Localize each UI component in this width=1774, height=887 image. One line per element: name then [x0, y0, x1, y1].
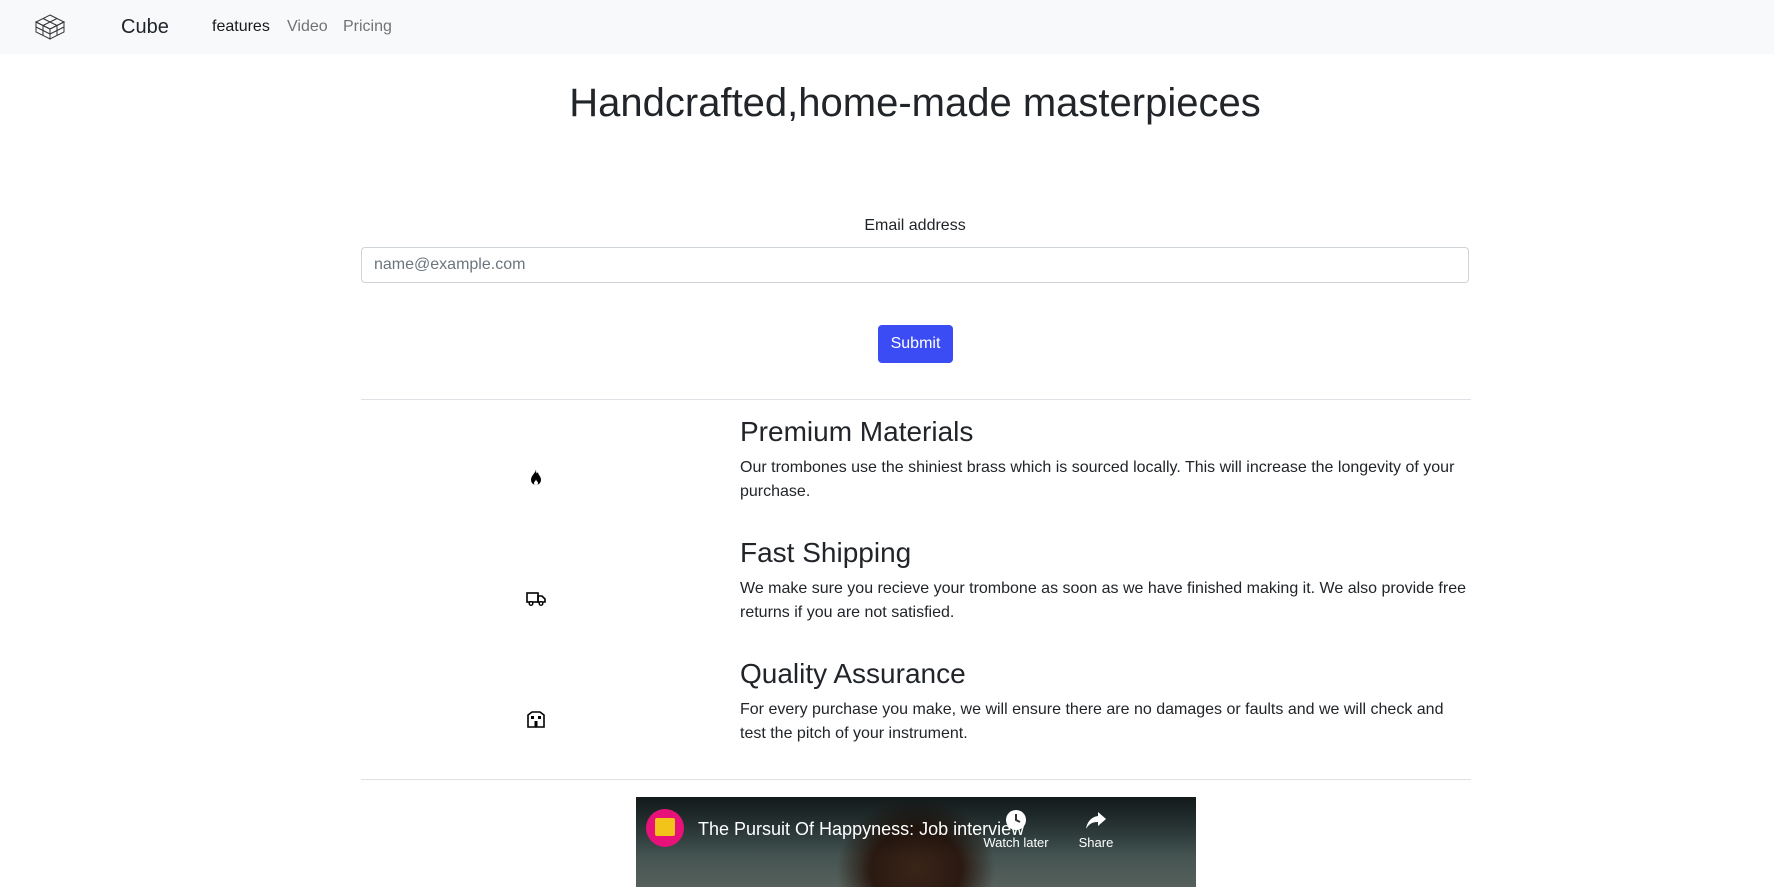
cube-logo-icon[interactable]: [34, 13, 66, 41]
hero-title: Handcrafted,home-made masterpieces: [569, 81, 1261, 125]
video-embed[interactable]: The Pursuit Of Happyness: Job interview …: [636, 797, 1196, 887]
feature-title-fast-shipping: Fast Shipping: [740, 537, 912, 568]
email-label: Email address: [864, 217, 966, 234]
feature-desc-quality-assurance: For every purchase you make, we will ens…: [740, 701, 1444, 742]
nav-link-video[interactable]: Video: [287, 16, 328, 38]
share-arrow-icon: [1086, 812, 1106, 829]
channel-avatar[interactable]: [646, 809, 684, 847]
feature-desc-fast-shipping: We make sure you recieve your trombone a…: [740, 580, 1466, 621]
submit-button[interactable]: Submit: [878, 325, 953, 363]
section-divider-bottom: [361, 779, 1471, 780]
navbar: Cube features Video Pricing: [0, 0, 1774, 54]
truck-icon: [526, 592, 546, 606]
email-input[interactable]: [361, 247, 1469, 283]
watch-later-button[interactable]: Watch later: [981, 809, 1051, 850]
share-label: Share: [1078, 835, 1114, 850]
fire-icon: [531, 469, 541, 485]
video-title[interactable]: The Pursuit Of Happyness: Job interview: [698, 819, 1024, 839]
building-icon: [527, 711, 545, 728]
nav-link-features[interactable]: features: [212, 16, 270, 38]
watch-later-label: Watch later: [983, 835, 1049, 850]
feature-title-premium-materials: Premium Materials: [740, 416, 974, 447]
section-divider-top: [361, 399, 1471, 400]
feature-desc-premium-materials: Our trombones use the shiniest brass whi…: [740, 459, 1455, 500]
feature-title-quality-assurance: Quality Assurance: [740, 658, 966, 689]
share-button[interactable]: Share: [1061, 809, 1131, 850]
clapperboard-icon: [655, 818, 675, 836]
nav-link-pricing[interactable]: Pricing: [343, 16, 392, 38]
brand-name[interactable]: Cube: [121, 13, 169, 41]
clock-icon: [1006, 810, 1026, 830]
